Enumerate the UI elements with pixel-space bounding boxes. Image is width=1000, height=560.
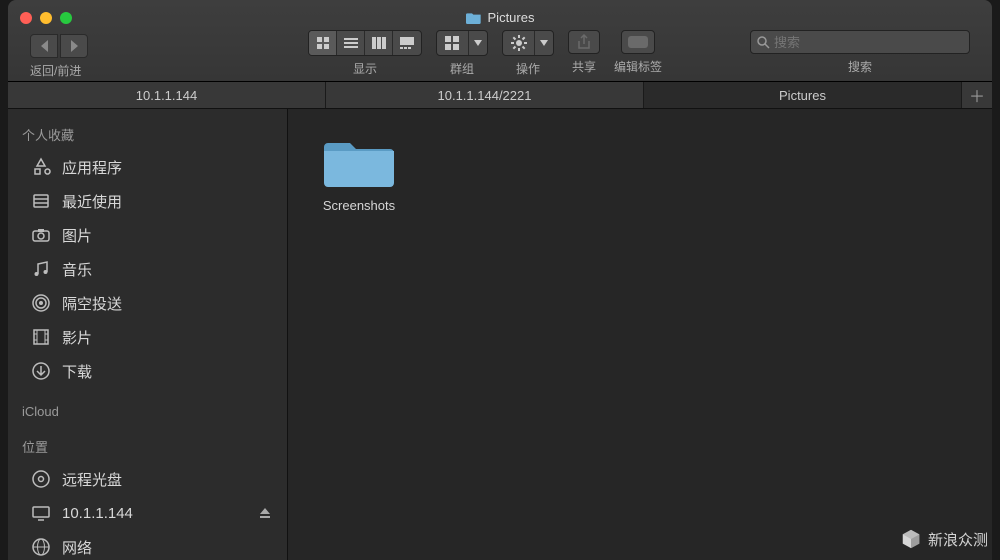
folder-item[interactable]: Screenshots: [314, 135, 404, 213]
recents-icon: [30, 190, 52, 212]
sidebar-item-label: 下载: [62, 361, 92, 382]
sidebar-item-network[interactable]: 网络: [8, 530, 287, 560]
sidebar-item-server[interactable]: 10.1.1.144: [8, 496, 287, 530]
share-group: 共享: [568, 30, 600, 75]
globe-icon: [30, 536, 52, 558]
sidebar: 个人收藏 应用程序 最近使用 图片 音乐 隔空投送 影片 下载 iCloud 位…: [8, 109, 288, 560]
group-group: 群组: [436, 30, 488, 77]
sidebar-item-label: 网络: [62, 537, 92, 558]
cube-icon: [900, 528, 922, 550]
forward-button[interactable]: [60, 34, 88, 58]
sidebar-item-label: 10.1.1.144: [62, 505, 133, 522]
sidebar-item-label: 音乐: [62, 259, 92, 280]
music-icon: [30, 258, 52, 280]
list-view-button[interactable]: [337, 31, 365, 55]
toolbar: 显示 群组 操作 共享 编辑: [308, 30, 662, 77]
nav-label: 返回/前进: [30, 62, 81, 79]
camera-icon: [30, 224, 52, 246]
action-group: 操作: [502, 30, 554, 77]
back-button[interactable]: [30, 34, 58, 58]
sidebar-item-pictures[interactable]: 图片: [8, 218, 287, 252]
tab-2[interactable]: Pictures: [644, 82, 962, 108]
content-area[interactable]: Screenshots: [288, 109, 992, 560]
search-icon: [757, 36, 770, 49]
watermark: 新浪众测: [900, 528, 988, 550]
action-button[interactable]: [503, 31, 535, 55]
search-group: 搜索: [750, 30, 970, 75]
download-icon: [30, 360, 52, 382]
sidebar-header-icloud: iCloud: [8, 398, 287, 425]
sidebar-item-label: 应用程序: [62, 157, 122, 178]
sidebar-item-music[interactable]: 音乐: [8, 252, 287, 286]
window-title: Pictures: [8, 10, 992, 25]
sidebar-item-label: 隔空投送: [62, 293, 122, 314]
add-tab-button[interactable]: ＋: [962, 82, 992, 108]
display-icon: [30, 502, 52, 524]
tab-bar: 10.1.1.144 10.1.1.144/2221 Pictures ＋: [8, 82, 992, 109]
group-dropdown[interactable]: [469, 31, 487, 55]
group-label: 群组: [450, 60, 474, 77]
sidebar-item-movies[interactable]: 影片: [8, 320, 287, 354]
group-button[interactable]: [437, 31, 469, 55]
sidebar-item-downloads[interactable]: 下载: [8, 354, 287, 388]
sidebar-item-airdrop[interactable]: 隔空投送: [8, 286, 287, 320]
action-label: 操作: [516, 60, 540, 77]
disc-icon: [30, 468, 52, 490]
tags-label: 编辑标签: [614, 58, 662, 75]
sidebar-item-remote-disc[interactable]: 远程光盘: [8, 462, 287, 496]
sidebar-header-locations: 位置: [8, 431, 287, 462]
airdrop-icon: [30, 292, 52, 314]
sidebar-header-favorites: 个人收藏: [8, 119, 287, 150]
tab-label: Pictures: [779, 88, 826, 103]
search-field[interactable]: [750, 30, 970, 54]
sidebar-item-label: 图片: [62, 225, 92, 246]
watermark-text: 新浪众测: [928, 529, 988, 550]
tab-0[interactable]: 10.1.1.144: [8, 82, 326, 108]
nav-buttons: [30, 34, 88, 58]
tab-label: 10.1.1.144/2221: [438, 88, 532, 103]
finder-window: Pictures 返回/前进 显示 群组: [8, 0, 992, 560]
tags-group: 编辑标签: [614, 30, 662, 75]
sidebar-item-recents[interactable]: 最近使用: [8, 184, 287, 218]
sidebar-item-applications[interactable]: 应用程序: [8, 150, 287, 184]
titlebar: Pictures 返回/前进 显示 群组: [8, 0, 992, 82]
share-button[interactable]: [568, 30, 600, 54]
column-view-button[interactable]: [365, 31, 393, 55]
window-title-text: Pictures: [488, 10, 535, 25]
search-input[interactable]: [774, 35, 963, 50]
action-dropdown[interactable]: [535, 31, 553, 55]
file-label: Screenshots: [323, 198, 395, 213]
view-label: 显示: [353, 60, 377, 77]
share-label: 共享: [572, 58, 596, 75]
sidebar-item-label: 影片: [62, 327, 92, 348]
window-body: 个人收藏 应用程序 最近使用 图片 音乐 隔空投送 影片 下载 iCloud 位…: [8, 109, 992, 560]
eject-icon[interactable]: [259, 507, 271, 519]
folder-icon: [324, 135, 394, 190]
film-icon: [30, 326, 52, 348]
apps-icon: [30, 156, 52, 178]
sidebar-item-label: 最近使用: [62, 191, 122, 212]
tags-button[interactable]: [621, 30, 655, 54]
icon-view-button[interactable]: [309, 31, 337, 55]
search-label: 搜索: [848, 58, 872, 75]
gallery-view-button[interactable]: [393, 31, 421, 55]
folder-icon: [466, 11, 482, 25]
view-group: 显示: [308, 30, 422, 77]
tab-label: 10.1.1.144: [136, 88, 197, 103]
tab-1[interactable]: 10.1.1.144/2221: [326, 82, 644, 108]
sidebar-item-label: 远程光盘: [62, 469, 122, 490]
